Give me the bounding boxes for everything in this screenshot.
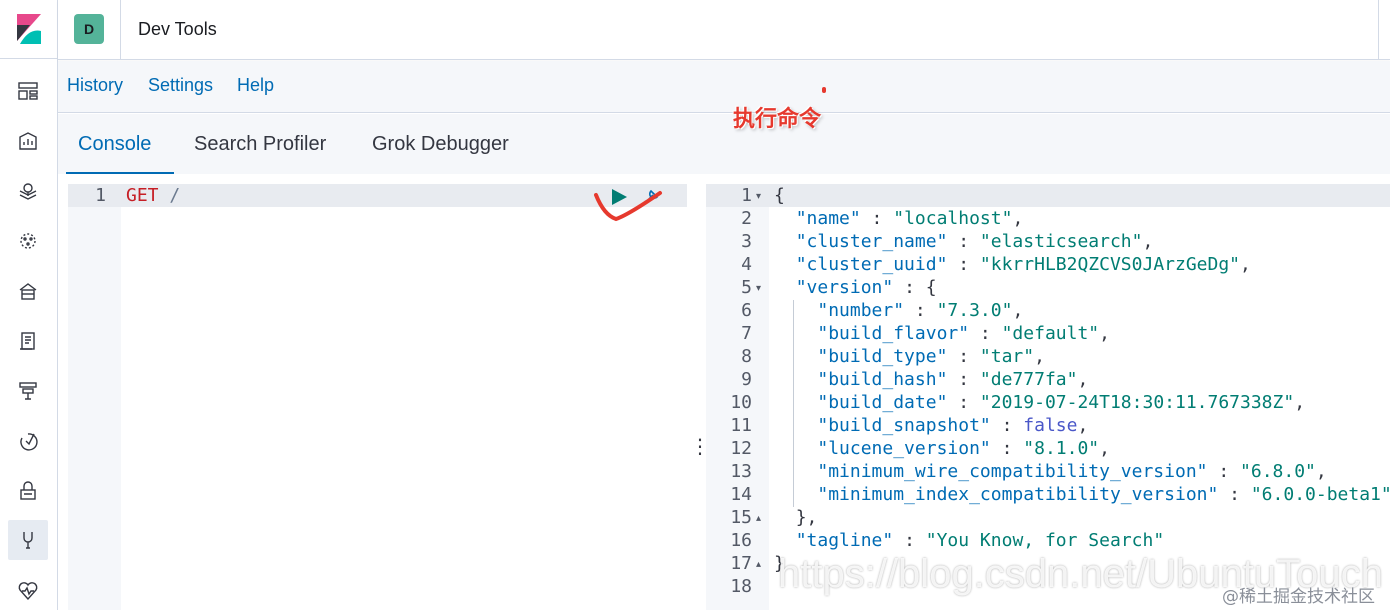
response-line-number: 5 [741,277,752,298]
fold-toggle-icon[interactable]: ▴ [756,559,761,570]
annotation-checkmark-icon [594,191,662,222]
header-divider [120,0,121,60]
maps-icon[interactable] [15,178,41,204]
tab-search-profiler[interactable]: Search Profiler [194,133,326,156]
response-line-number: 3 [741,231,752,252]
response-line: "lucene_version" : "8.1.0", [817,438,1110,459]
response-line-number: 11 [730,415,752,436]
annotation-dot [822,87,826,93]
ml-icon[interactable] [15,228,41,254]
response-line-number: 7 [741,323,752,344]
siem-icon[interactable] [15,478,41,504]
response-line-number: 1 [741,185,752,206]
apm-icon[interactable] [15,378,41,404]
request-path: / [169,185,181,206]
logs-icon[interactable] [15,328,41,354]
tab-bar: Console Search Profiler Grok Debugger [58,114,1390,174]
response-line-number: 8 [741,346,752,367]
request-gutter [68,184,121,610]
response-active-line [706,184,1390,207]
response-line: "tagline" : "You Know, for Search" [795,530,1165,551]
header-divider-right [1378,0,1379,60]
top-nav: History Settings Help [58,61,1390,113]
response-line-number: 2 [741,208,752,229]
app-header: D Dev Tools [58,0,1390,60]
response-line: "build_hash" : "de777fa", [817,369,1089,390]
space-avatar[interactable]: D [74,14,104,44]
side-nav [0,0,58,610]
response-line-number: 12 [730,438,752,459]
dashboard-icon[interactable] [15,78,41,104]
response-line-number: 18 [730,576,752,597]
response-line: "build_type" : "tar", [817,346,1045,367]
help-link[interactable]: Help [237,75,274,96]
response-line: "number" : "7.3.0", [817,300,1024,321]
fold-toggle-icon[interactable]: ▴ [756,513,761,524]
response-line-number: 9 [741,369,752,390]
response-line: }, [795,507,818,528]
response-line: { [774,185,785,206]
watermark-site: @稀土掘金技术社区 [1222,587,1375,607]
history-link[interactable]: History [67,75,123,96]
tab-console[interactable]: Console [78,133,151,156]
canvas-icon[interactable] [15,128,41,154]
response-line: "minimum_index_compatibility_version" : … [817,484,1390,505]
response-line: "name" : "localhost", [795,208,1024,229]
pane-resize-handle[interactable]: ⋮ [690,436,710,458]
response-line-number: 14 [730,484,752,505]
response-editor[interactable]: 1 2 3 4 5 6 7 8 9 10 11 12 13 14 15 16 1… [706,184,1390,610]
response-line: "minimum_wire_compatibility_version" : "… [817,461,1327,482]
dev-tools-icon[interactable] [8,520,48,560]
response-line-number: 13 [730,461,752,482]
annotation-label: 执行命令 [733,107,822,132]
response-line-number: 6 [741,300,752,321]
infrastructure-icon[interactable] [15,278,41,304]
settings-link[interactable]: Settings [148,75,213,96]
response-line-number: 10 [730,392,752,413]
request-editor[interactable]: 1 GET / [68,184,687,610]
response-line-number: 17 [730,553,752,574]
response-line: "cluster_uuid" : "kkrrHLB2QZCVS0JArzGeDg… [795,254,1251,275]
fold-toggle-icon[interactable]: ▾ [756,191,761,202]
tab-grok-debugger[interactable]: Grok Debugger [372,133,509,156]
monitoring-icon[interactable] [15,578,41,604]
kibana-logo-icon[interactable] [17,14,41,44]
response-line: "version" : { [795,277,937,298]
response-line-number: 4 [741,254,752,275]
response-line: "build_date" : "2019-07-24T18:30:11.7673… [817,392,1306,413]
logo-cell[interactable] [0,0,58,59]
tab-selected-indicator [66,172,174,174]
page-title: Dev Tools [138,19,217,39]
response-line-number: 15 [730,507,752,528]
uptime-icon[interactable] [15,428,41,454]
response-line: "build_flavor" : "default", [817,323,1110,344]
request-method: GET [126,185,159,206]
response-line: "build_snapshot" : false, [817,415,1089,436]
fold-toggle-icon[interactable]: ▾ [756,283,761,294]
response-line: "cluster_name" : "elasticsearch", [795,231,1154,252]
request-line-number: 1 [95,185,106,206]
request-line[interactable]: GET / [126,185,180,206]
response-line-number: 16 [730,530,752,551]
